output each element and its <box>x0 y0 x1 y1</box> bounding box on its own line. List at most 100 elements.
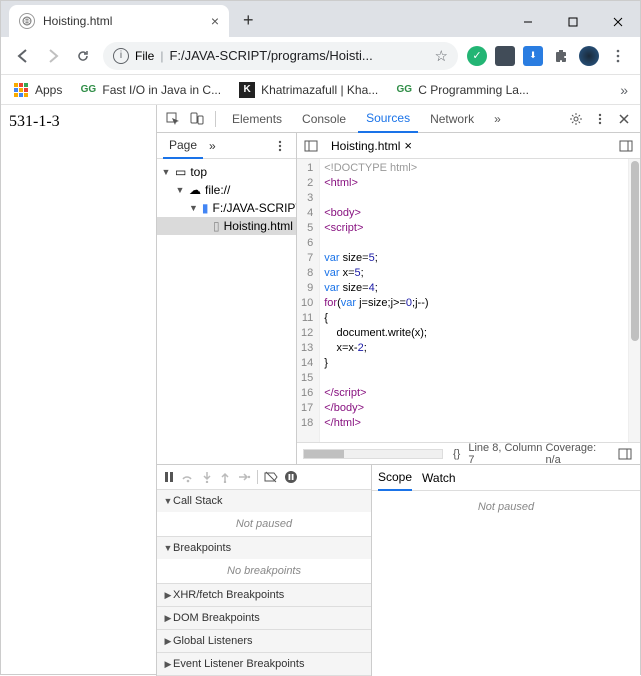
bookmark-item-3[interactable]: GGC Programming La... <box>390 79 535 101</box>
bookmark-item-1[interactable]: GG Fast I/O in Java in C... <box>74 79 227 101</box>
step-icon[interactable] <box>237 471 251 483</box>
tab-network[interactable]: Network <box>422 105 482 133</box>
menu-icon[interactable] <box>604 42 632 70</box>
tree-label: Hoisting.html <box>224 219 293 233</box>
browser-tab[interactable]: Hoisting.html × <box>9 5 229 37</box>
back-button[interactable] <box>9 42 37 70</box>
extension-icon-1[interactable]: ✓ <box>467 46 487 66</box>
xhr-breakpoints-section[interactable]: ▶XHR/fetch Breakpoints <box>157 584 371 607</box>
tree-label: file:// <box>205 183 230 197</box>
k-icon: K <box>239 82 255 98</box>
bookmark-item-2[interactable]: K Khatrimazafull | Kha... <box>233 79 384 101</box>
page-output: 531-1-3 <box>1 105 156 676</box>
reload-button[interactable] <box>69 42 97 70</box>
deactivate-breakpoints-icon[interactable] <box>264 471 278 483</box>
section-title: DOM Breakpoints <box>173 612 260 624</box>
braces-icon[interactable]: {} <box>453 448 460 460</box>
tab-title: Hoisting.html <box>43 14 205 28</box>
url-scheme: File <box>135 49 154 63</box>
gfg-icon: GG <box>396 82 412 98</box>
toggle-sidebar-icon[interactable] <box>615 444 634 464</box>
more-icon[interactable] <box>590 109 610 129</box>
settings-icon[interactable] <box>566 109 586 129</box>
watch-tab[interactable]: Watch <box>422 465 456 491</box>
tab-close-icon[interactable]: × <box>211 13 219 29</box>
close-button[interactable] <box>595 7 640 37</box>
minimize-button[interactable] <box>505 7 550 37</box>
pause-on-exceptions-icon[interactable] <box>284 470 298 484</box>
device-toggle-icon[interactable] <box>187 109 207 129</box>
section-title: Breakpoints <box>173 542 231 554</box>
code-editor[interactable]: 123456789101112131415161718 <!DOCTYPE ht… <box>297 159 640 442</box>
section-title: Global Listeners <box>173 635 253 647</box>
extensions-icon[interactable] <box>551 46 571 66</box>
horizontal-scrollbar[interactable] <box>303 449 443 459</box>
file-tree[interactable]: ▼▭top ▼☁file:// ▼▮F:/JAVA-SCRIPT/pro ▯Ho… <box>157 159 296 464</box>
bookmark-label: Khatrimazafull | Kha... <box>261 83 378 97</box>
section-title: Event Listener Breakpoints <box>173 658 304 670</box>
scope-tab[interactable]: Scope <box>378 465 412 491</box>
callstack-section[interactable]: ▼Call Stack Not paused <box>157 490 371 537</box>
vertical-scrollbar[interactable] <box>628 159 640 442</box>
tree-top[interactable]: ▼▭top <box>157 163 296 181</box>
sources-pane: Page » ▼▭top ▼☁file:// ▼▮F:/JAVA-SCRIPT/… <box>157 133 640 464</box>
dom-breakpoints-section[interactable]: ▶DOM Breakpoints <box>157 607 371 630</box>
code-content: <!DOCTYPE html> <html> <body> <script> v… <box>320 159 432 442</box>
devtools-panel: Elements Console Sources Network » Page … <box>156 105 640 676</box>
new-tab-button[interactable]: + <box>243 10 254 31</box>
bookmarks-bar: Apps GG Fast I/O in Java in C... K Khatrim… <box>1 75 640 105</box>
breakpoints-section[interactable]: ▼Breakpoints No breakpoints <box>157 537 371 584</box>
global-listeners-section[interactable]: ▶Global Listeners <box>157 630 371 653</box>
file-icon: ▯ <box>213 219 220 233</box>
editor-status-bar: {} Line 8, Column 7 Coverage: n/a <box>297 442 640 464</box>
extension-icon-2[interactable] <box>495 46 515 66</box>
editor-tab-close-icon[interactable]: × <box>404 138 412 153</box>
navigator-overflow-icon[interactable]: » <box>203 133 222 159</box>
tab-sources[interactable]: Sources <box>358 105 418 133</box>
bookmarks-overflow-icon[interactable]: » <box>614 82 634 98</box>
editor-tabbar: Hoisting.html× <box>297 133 640 159</box>
tabs-overflow-icon[interactable]: » <box>486 105 509 133</box>
extension-icon-3[interactable]: ⬇ <box>523 46 543 66</box>
show-navigator-icon[interactable] <box>301 136 321 156</box>
cloud-icon: ☁ <box>189 183 201 197</box>
step-out-icon[interactable] <box>219 471 231 483</box>
step-into-icon[interactable] <box>201 471 213 483</box>
omnibox[interactable]: i File | F:/JAVA-SCRIPT/programs/Hoisti.… <box>103 42 458 70</box>
page-tab[interactable]: Page <box>163 133 203 159</box>
tree-file[interactable]: ▯ Hoisting.html <box>157 217 296 235</box>
navigator-more-icon[interactable] <box>270 136 290 156</box>
show-debugger-icon[interactable] <box>616 136 636 156</box>
forward-button[interactable] <box>39 42 67 70</box>
tree-label: F:/JAVA-SCRIPT/pro <box>213 201 296 215</box>
profile-avatar-icon[interactable] <box>579 46 599 66</box>
event-listener-breakpoints-section[interactable]: ▶Event Listener Breakpoints <box>157 653 371 676</box>
tab-elements[interactable]: Elements <box>224 105 290 133</box>
tree-file-origin[interactable]: ▼☁file:// <box>157 181 296 199</box>
devtools-tabbar: Elements Console Sources Network » <box>157 105 640 133</box>
star-icon[interactable]: ☆ <box>435 47 448 65</box>
url-text: F:/JAVA-SCRIPT/programs/Hoisti... <box>169 48 434 63</box>
inspect-icon[interactable] <box>163 109 183 129</box>
step-over-icon[interactable] <box>181 471 195 483</box>
tab-console[interactable]: Console <box>294 105 354 133</box>
site-info-icon[interactable]: i <box>113 48 129 64</box>
cursor-position: Line 8, Column 7 <box>468 442 545 466</box>
scope-tabbar: Scope Watch <box>372 465 640 491</box>
tree-folder[interactable]: ▼▮F:/JAVA-SCRIPT/pro <box>157 199 296 217</box>
editor-tab[interactable]: Hoisting.html× <box>325 133 418 159</box>
gfg-icon: GG <box>80 82 96 98</box>
close-devtools-icon[interactable] <box>614 109 634 129</box>
maximize-button[interactable] <box>550 7 595 37</box>
bookmark-label: Fast I/O in Java in C... <box>102 83 221 97</box>
apps-bookmark[interactable]: Apps <box>7 79 68 101</box>
pause-icon[interactable] <box>163 471 175 483</box>
tree-label: top <box>190 165 207 179</box>
callstack-body: Not paused <box>157 512 371 536</box>
coverage-status: Coverage: n/a <box>545 442 609 466</box>
debugger-right: Scope Watch Not paused <box>372 465 640 676</box>
globe-icon <box>19 13 35 29</box>
section-title: Call Stack <box>173 495 223 507</box>
debugger-left: ▼Call Stack Not paused ▼Breakpoints No b… <box>157 465 372 676</box>
window-icon: ▭ <box>175 165 186 179</box>
